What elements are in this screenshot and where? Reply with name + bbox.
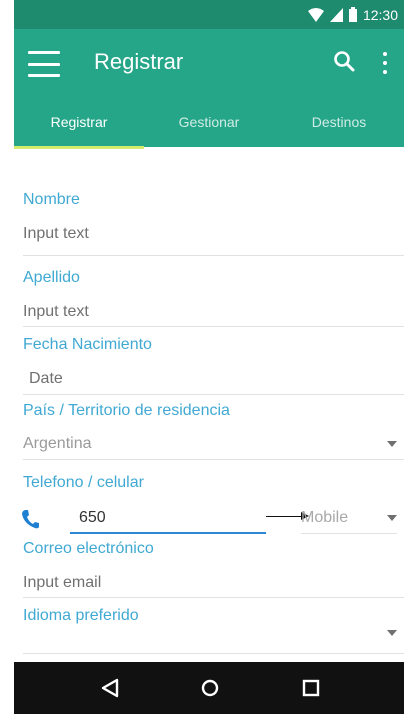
idioma-dropdown-arrow-icon[interactable]: [387, 630, 397, 636]
tab-bar: Registrar Gestionar Destinos: [14, 99, 404, 149]
arrow-line: [266, 516, 304, 517]
wifi-icon: [307, 7, 324, 22]
correo-input[interactable]: Input email: [23, 574, 101, 592]
app-bar: Registrar: [14, 29, 404, 99]
pais-label: País / Territorio de residencia: [23, 402, 230, 419]
more-vert-icon[interactable]: [380, 49, 390, 77]
fecha-divider: [23, 394, 404, 395]
telefono-type-divider: [301, 533, 397, 534]
idioma-divider: [23, 653, 404, 654]
tab-registrar[interactable]: Registrar: [14, 99, 144, 149]
registration-form: Nombre Input text Apellido Input text Fe…: [14, 149, 404, 660]
nombre-input[interactable]: Input text: [23, 225, 89, 243]
correo-label: Correo electrónico: [23, 540, 154, 557]
battery-icon: [348, 7, 357, 22]
nombre-label: Nombre: [23, 191, 80, 208]
apellido-label: Apellido: [23, 269, 80, 286]
tab-gestionar[interactable]: Gestionar: [144, 99, 274, 147]
system-nav-bar: [14, 662, 404, 714]
home-icon[interactable]: [198, 676, 222, 700]
signal-icon: [329, 7, 343, 22]
telefono-type-select[interactable]: Mobile: [301, 509, 348, 527]
tab-destinos[interactable]: Destinos: [274, 99, 404, 147]
fecha-nacimiento-label: Fecha Nacimiento: [23, 336, 152, 353]
idioma-select[interactable]: [23, 639, 363, 659]
status-bar: 12:30: [14, 0, 404, 29]
fecha-nacimiento-input[interactable]: Date: [29, 370, 63, 388]
status-icons: 12:30: [307, 0, 398, 29]
telefono-label: Telefono / celular: [23, 474, 144, 491]
telefono-type-dropdown-arrow-icon[interactable]: [387, 515, 397, 521]
apellido-divider: [23, 326, 404, 327]
menu-icon[interactable]: [28, 51, 60, 77]
telefono-input-underline: [70, 532, 266, 534]
recents-icon[interactable]: [299, 676, 323, 700]
phone-icon: [22, 510, 39, 529]
idioma-label: Idioma preferido: [23, 607, 139, 624]
status-time: 12:30: [362, 6, 398, 23]
back-icon[interactable]: [98, 676, 122, 700]
pais-dropdown-arrow-icon[interactable]: [387, 441, 397, 447]
page-title: Registrar: [94, 49, 184, 74]
pais-divider: [23, 459, 404, 460]
pais-select[interactable]: Argentina: [23, 435, 92, 453]
apellido-input[interactable]: Input text: [23, 303, 89, 321]
telefono-input[interactable]: 650: [79, 509, 106, 527]
search-icon[interactable]: [332, 49, 358, 75]
nombre-divider: [23, 255, 404, 256]
device-screen: 12:30 Registrar Registrar Gestionar Dest…: [14, 0, 404, 714]
correo-divider: [23, 597, 404, 598]
